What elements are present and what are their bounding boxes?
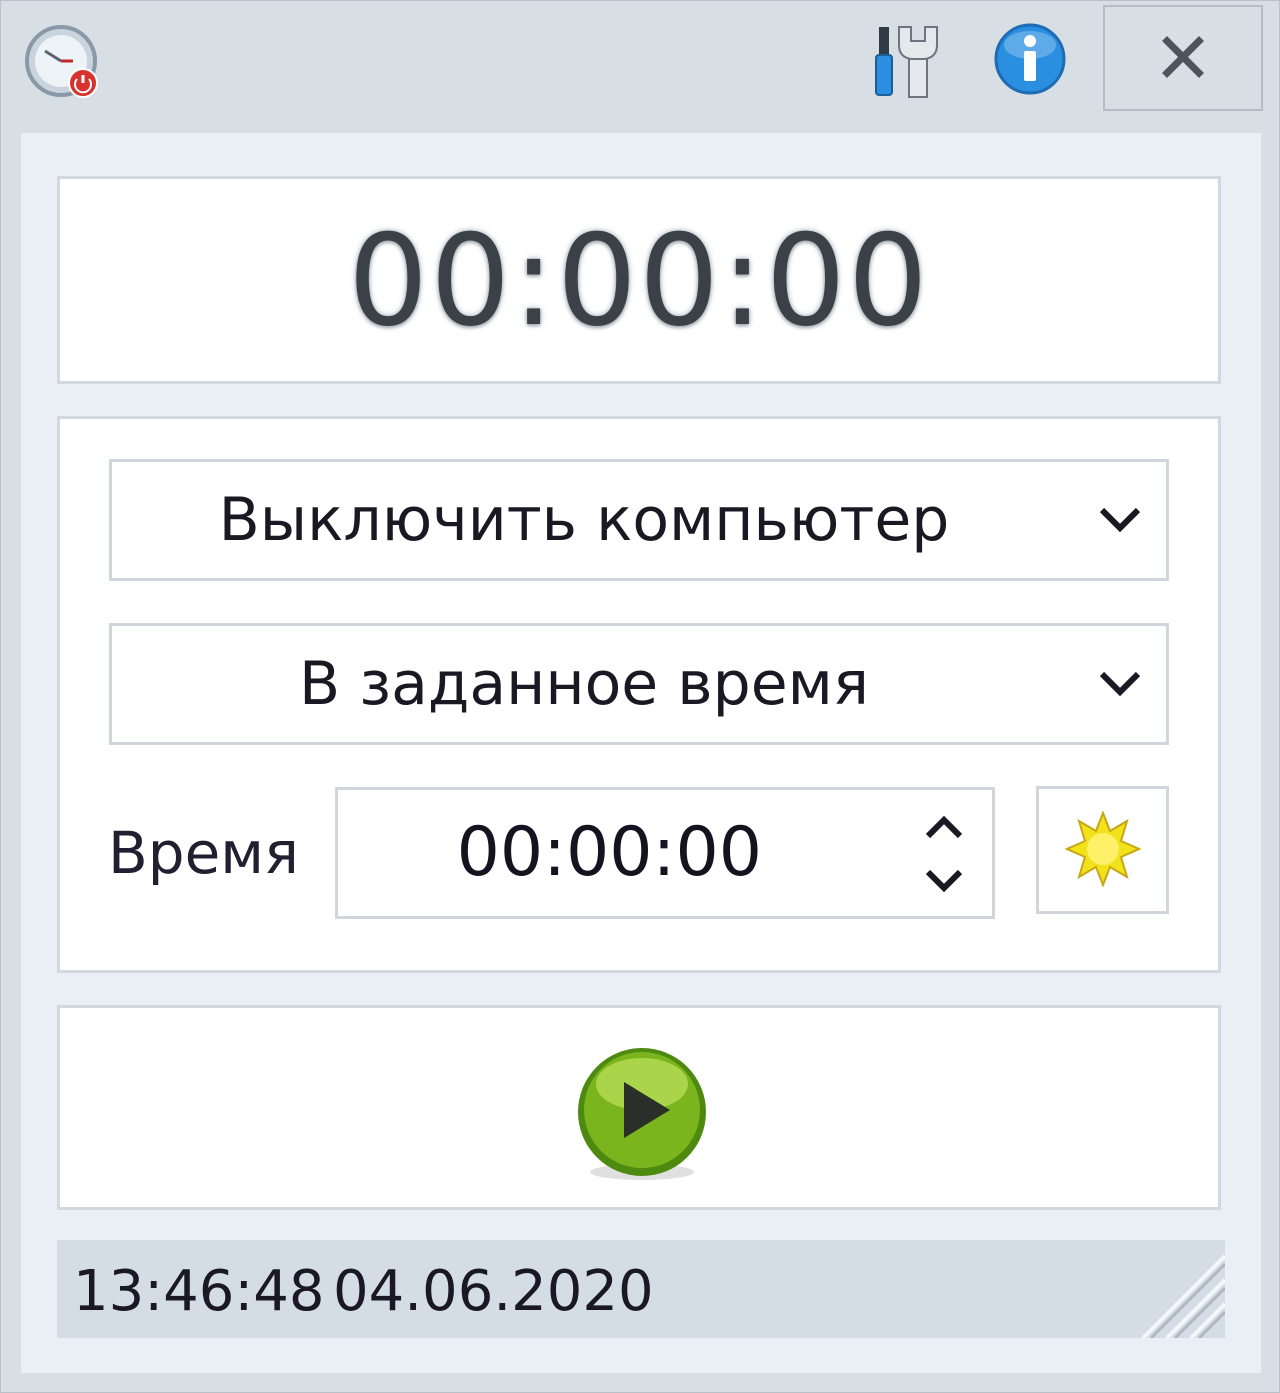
status-current-date: 04.06.2020 bbox=[333, 1259, 654, 1324]
chevron-down-icon bbox=[1099, 507, 1141, 533]
close-icon bbox=[1162, 36, 1204, 78]
play-icon bbox=[578, 1048, 706, 1180]
start-button[interactable] bbox=[572, 1044, 712, 1184]
screwdriver-wrench-icon bbox=[875, 26, 938, 98]
mode-select-value: В заданное время bbox=[298, 649, 870, 719]
set-current-time-button[interactable] bbox=[1036, 786, 1169, 914]
time-input-value: 00:00:00 bbox=[456, 813, 762, 892]
mode-select[interactable]: В заданное время bbox=[109, 623, 1169, 745]
start-panel bbox=[57, 1005, 1221, 1210]
title-bar[interactable] bbox=[1, 1, 1279, 113]
main-area: 00:00:00 Выключить компьютер В заданное … bbox=[21, 133, 1261, 1373]
tools-settings-button[interactable] bbox=[869, 21, 959, 101]
spin-down-icon[interactable] bbox=[922, 866, 966, 898]
status-current-time: 13:46:48 bbox=[73, 1259, 325, 1324]
sun-icon bbox=[1065, 811, 1141, 887]
shutdown-timer-clock-icon[interactable] bbox=[21, 23, 105, 103]
close-button[interactable] bbox=[1103, 5, 1263, 111]
app-window: 00:00:00 Выключить компьютер В заданное … bbox=[0, 0, 1280, 1393]
time-label: Время bbox=[108, 819, 299, 887]
about-button[interactable] bbox=[989, 19, 1071, 99]
settings-panel: Выключить компьютер В заданное время Вре… bbox=[57, 416, 1221, 973]
chevron-down-icon bbox=[1099, 671, 1141, 697]
resize-grip-icon[interactable] bbox=[1133, 1246, 1225, 1338]
status-bar: 13:46:48 04.06.2020 bbox=[57, 1240, 1225, 1338]
action-select-value: Выключить компьютер bbox=[218, 485, 950, 555]
action-select[interactable]: Выключить компьютер bbox=[109, 459, 1169, 581]
info-icon bbox=[994, 23, 1066, 95]
spin-up-icon[interactable] bbox=[922, 810, 966, 842]
time-input[interactable]: 00:00:00 bbox=[335, 787, 995, 919]
countdown-display: 00:00:00 bbox=[348, 207, 930, 354]
countdown-panel: 00:00:00 bbox=[57, 176, 1221, 384]
